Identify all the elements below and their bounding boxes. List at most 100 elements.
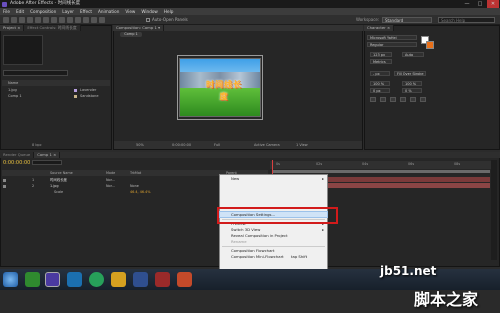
menu-animation[interactable]: Animation xyxy=(98,9,119,14)
camera-select[interactable]: Active Camera xyxy=(254,141,280,149)
mode-header[interactable]: Mode xyxy=(106,170,115,176)
stroke-color-swatch[interactable] xyxy=(426,41,434,49)
font-size-field[interactable]: 123 px xyxy=(370,52,392,57)
tab-character[interactable]: Character × xyxy=(364,25,395,31)
menu-effect[interactable]: Effect xyxy=(80,9,92,14)
auto-open-checkbox[interactable] xyxy=(146,18,150,22)
font-style-select[interactable]: Regular xyxy=(367,42,417,47)
ruler-tick: 0s xyxy=(276,162,280,166)
after-effects-taskbar-icon[interactable] xyxy=(45,272,60,287)
timeline-scrollbar[interactable] xyxy=(491,160,497,260)
menu-edit[interactable]: Edit xyxy=(16,9,24,14)
time-ruler[interactable]: 0s 02s 04s 06s 08s xyxy=(270,161,492,169)
label-color-swatch xyxy=(74,94,77,98)
puppet-tool-icon[interactable] xyxy=(99,17,105,23)
menu-view[interactable]: View xyxy=(125,9,135,14)
eraser-tool-icon[interactable] xyxy=(83,17,89,23)
menu-item-new[interactable]: New ▸ xyxy=(219,175,328,183)
property-value[interactable]: 46.4, 46.4% xyxy=(130,189,150,195)
stroke-width-field[interactable]: - px xyxy=(370,71,390,76)
taskbar-app-icon[interactable] xyxy=(177,272,192,287)
project-footer: 8 bpc xyxy=(2,142,110,148)
source-name-header[interactable]: Source Name xyxy=(50,170,73,176)
menu-item-label: Composition Flowchart xyxy=(231,248,275,253)
bit-depth-label[interactable]: 8 bpc xyxy=(2,143,42,147)
taskbar-app-icon[interactable] xyxy=(133,272,148,287)
selection-tool-icon[interactable] xyxy=(3,17,9,23)
visibility-eye-icon[interactable] xyxy=(3,184,6,188)
project-item-name: Comp 1 xyxy=(8,94,22,98)
menu-help[interactable]: Help xyxy=(164,9,174,14)
view-layout-select[interactable]: 1 View xyxy=(296,141,308,149)
zoom-tool-icon[interactable] xyxy=(19,17,25,23)
watermark-site: jb51.net xyxy=(380,264,437,278)
work-area-bar[interactable] xyxy=(272,170,490,173)
workspace-select[interactable]: Standard xyxy=(382,16,432,23)
trkmat-header[interactable]: TrkMat xyxy=(130,170,141,176)
stamp-tool-icon[interactable] xyxy=(75,17,81,23)
taskbar-app-icon[interactable] xyxy=(155,272,170,287)
font-family-select[interactable]: Microsoft YaHei xyxy=(367,35,417,40)
project-search-input[interactable] xyxy=(3,70,68,76)
banner-text: 时间线长度 xyxy=(206,80,242,101)
tab-render-queue[interactable]: Render Queue xyxy=(0,152,35,158)
comp-timecode[interactable]: 0:00:00:00 xyxy=(172,141,191,149)
taskbar-app-icon[interactable] xyxy=(67,272,82,287)
menu-item-rename: Rename xyxy=(219,239,328,245)
tab-project[interactable]: Project × xyxy=(0,25,25,31)
comp-breadcrumb[interactable]: Comp 1 xyxy=(120,32,142,37)
all-caps-button[interactable] xyxy=(390,97,396,102)
superscript-button[interactable] xyxy=(410,97,416,102)
type-tool-icon[interactable] xyxy=(59,17,65,23)
project-item[interactable]: Comp 1 Sandstone xyxy=(2,93,110,99)
roto-brush-tool-icon[interactable] xyxy=(91,17,97,23)
tab-effect-controls[interactable]: Effect Controls: 时间线长度 xyxy=(24,25,81,31)
taskbar-app-icon[interactable] xyxy=(25,272,40,287)
brush-tool-icon[interactable] xyxy=(67,17,73,23)
hand-tool-icon[interactable] xyxy=(11,17,17,23)
leading-field[interactable]: Auto xyxy=(402,52,424,57)
pen-tool-icon[interactable] xyxy=(51,17,57,23)
rotate-tool-icon[interactable] xyxy=(27,17,33,23)
faux-bold-button[interactable] xyxy=(370,97,376,102)
menu-layer[interactable]: Layer xyxy=(62,9,74,14)
ruler-tick: 04s xyxy=(362,162,369,166)
menu-item-mini-flowchart[interactable]: Composition Mini-Flowchart tap Shift xyxy=(219,254,328,260)
maximize-button[interactable]: □ xyxy=(474,0,486,8)
pan-behind-tool-icon[interactable] xyxy=(43,17,49,23)
menu-item-label: Composition Mini-Flowchart xyxy=(231,254,284,259)
taskbar-app-icon[interactable] xyxy=(89,272,104,287)
vertical-scale-field[interactable]: 100 % xyxy=(370,81,390,86)
ruler-tick: 08s xyxy=(454,162,461,166)
taskbar-app-icon[interactable] xyxy=(111,272,126,287)
timeline-timecode[interactable]: 0:00:00:00 xyxy=(3,160,30,166)
name-column-header[interactable]: Name xyxy=(2,81,18,85)
start-button-icon[interactable] xyxy=(3,272,18,287)
highlight-annotation-box xyxy=(217,207,338,224)
tsume-field[interactable]: 0 % xyxy=(402,88,422,93)
timeline-search-input[interactable] xyxy=(32,160,62,165)
small-caps-button[interactable] xyxy=(400,97,406,102)
menu-bar: File Edit Composition Layer Effect Anima… xyxy=(0,8,500,15)
subscript-button[interactable] xyxy=(420,97,426,102)
camera-tool-icon[interactable] xyxy=(35,17,41,23)
menu-file[interactable]: File xyxy=(3,9,10,14)
minimize-button[interactable]: — xyxy=(461,0,473,8)
auto-open-label: Auto-Open Panels xyxy=(152,17,188,22)
faux-italic-button[interactable] xyxy=(380,97,386,102)
visibility-eye-icon[interactable] xyxy=(3,178,6,182)
baseline-shift-field[interactable]: 0 px xyxy=(370,88,390,93)
close-button[interactable]: ✕ xyxy=(487,0,499,8)
zoom-select[interactable]: 50% xyxy=(136,141,144,149)
menu-window[interactable]: Window xyxy=(141,9,158,14)
resolution-select[interactable]: Full xyxy=(214,141,220,149)
help-search-input[interactable]: Search Help xyxy=(438,16,495,23)
composition-tab-bar: Composition: Comp 1 ▾ xyxy=(113,25,363,31)
tab-comp-1[interactable]: Comp 1 × xyxy=(34,152,61,158)
kerning-field[interactable]: Metrics xyxy=(370,59,392,64)
menu-composition[interactable]: Composition xyxy=(30,9,56,14)
tab-composition[interactable]: Composition: Comp 1 ▾ xyxy=(113,25,165,31)
stroke-order-select[interactable]: Fill Over Stroke xyxy=(394,71,426,76)
window-title: Adobe After Effects - 时间线长度 xyxy=(10,1,81,6)
horizontal-scale-field[interactable]: 100 % xyxy=(402,81,422,86)
